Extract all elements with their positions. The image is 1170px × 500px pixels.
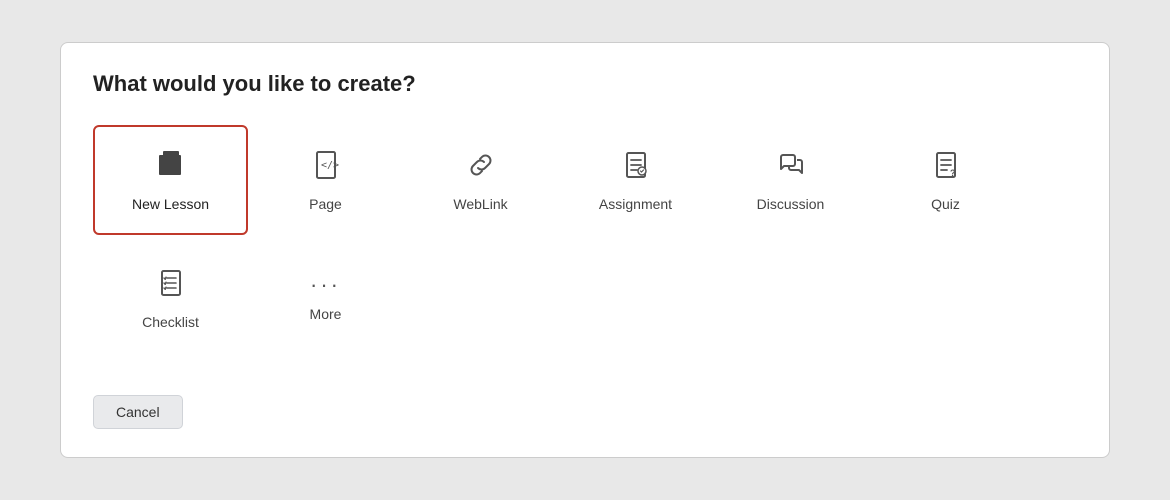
more-label: More — [310, 306, 342, 322]
cancel-button[interactable]: Cancel — [93, 395, 183, 429]
quiz-icon: ? — [930, 149, 962, 186]
items-row1: New Lesson </> Page WebLink — [93, 125, 1077, 235]
item-assignment[interactable]: Assignment — [558, 125, 713, 235]
item-weblink[interactable]: WebLink — [403, 125, 558, 235]
item-quiz[interactable]: ? Quiz — [868, 125, 1023, 235]
svg-text:?: ? — [950, 168, 956, 178]
quiz-label: Quiz — [931, 196, 960, 212]
item-discussion[interactable]: Discussion — [713, 125, 868, 235]
item-new-lesson[interactable]: New Lesson — [93, 125, 248, 235]
assignment-label: Assignment — [599, 196, 672, 212]
item-more[interactable]: ··· More — [248, 243, 403, 353]
item-page[interactable]: </> Page — [248, 125, 403, 235]
item-checklist[interactable]: Checklist — [93, 243, 248, 353]
svg-text:</>: </> — [321, 160, 339, 171]
weblink-label: WebLink — [453, 196, 507, 212]
dialog-title: What would you like to create? — [93, 71, 1077, 97]
page-icon: </> — [310, 149, 342, 186]
checklist-label: Checklist — [142, 314, 199, 330]
dialog-footer: Cancel — [93, 377, 1077, 429]
items-row2: Checklist ··· More — [93, 243, 1077, 353]
create-dialog: What would you like to create? New Lesso… — [60, 42, 1110, 458]
new-lesson-icon — [155, 149, 187, 186]
more-icon: ··· — [310, 274, 341, 296]
discussion-label: Discussion — [757, 196, 825, 212]
page-label: Page — [309, 196, 342, 212]
weblink-icon — [465, 149, 497, 186]
discussion-icon — [775, 149, 807, 186]
checklist-icon — [155, 267, 187, 304]
new-lesson-label: New Lesson — [132, 196, 209, 212]
assignment-icon — [620, 149, 652, 186]
